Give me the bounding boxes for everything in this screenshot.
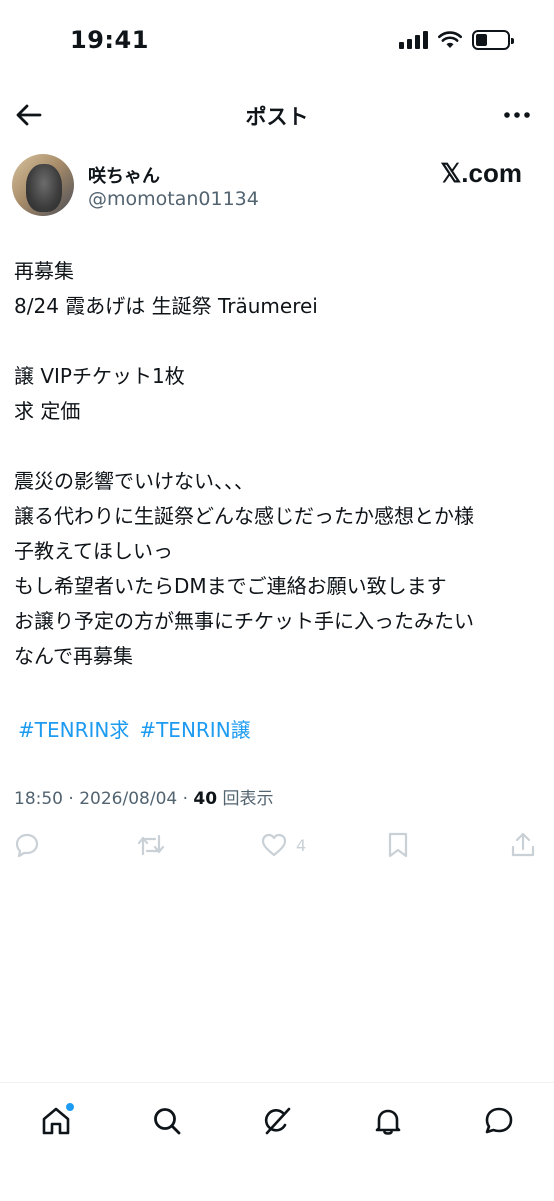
post-text: 再募集 8/24 霞あげは 生誕祭 Träumerei 譲 VIPチケット1枚 … bbox=[14, 254, 544, 674]
tab-notifications[interactable] bbox=[370, 1103, 406, 1139]
share-button[interactable] bbox=[510, 830, 536, 860]
like-count: 4 bbox=[296, 835, 307, 855]
more-options-button[interactable] bbox=[502, 100, 532, 130]
post-text-line: なんで再募集 bbox=[14, 644, 133, 668]
x-com-logo: 𝕏.com bbox=[440, 158, 522, 188]
post-text-line: 求 定価 bbox=[14, 399, 81, 423]
post-time[interactable]: 18:50 bbox=[14, 789, 63, 809]
repost-button[interactable] bbox=[136, 830, 166, 860]
post-text-line bbox=[14, 429, 544, 464]
post-date[interactable]: 2026/08/04 bbox=[79, 789, 177, 809]
cellular-signal-icon bbox=[399, 31, 428, 49]
post-text-line: 子教えてほしいっ bbox=[14, 539, 173, 563]
like-button[interactable]: 4 bbox=[260, 830, 306, 860]
bookmark-icon bbox=[388, 832, 408, 858]
more-icon bbox=[504, 112, 530, 118]
post-text-line: 再募集 bbox=[14, 259, 74, 283]
post-text-line: もし希望者いたらDMまでご連絡お願い致します bbox=[14, 574, 447, 598]
views-count: 40 bbox=[193, 789, 218, 809]
grok-icon bbox=[264, 1107, 291, 1135]
battery-icon bbox=[472, 30, 514, 50]
reply-icon bbox=[15, 833, 39, 858]
post-text-line: 譲 VIPチケット1枚 bbox=[14, 364, 185, 388]
hashtag-link[interactable]: #TENRIN求 bbox=[18, 714, 129, 743]
status-icons bbox=[399, 30, 514, 50]
wifi-icon bbox=[438, 31, 462, 48]
hashtags: #TENRIN求 #TENRIN譲 bbox=[18, 714, 251, 743]
post-author: 咲ちゃん @momotan01134 𝕏.com bbox=[0, 152, 554, 222]
post-meta: 18:50 · 2026/08/04 · 40 回表示 bbox=[14, 789, 274, 809]
views-label: 回表示 bbox=[222, 789, 274, 809]
home-notification-dot bbox=[64, 1101, 76, 1113]
tab-search[interactable] bbox=[149, 1103, 185, 1139]
avatar[interactable] bbox=[12, 154, 74, 216]
status-bar: 19:41 bbox=[0, 0, 554, 84]
heart-icon bbox=[261, 833, 287, 857]
page-title: ポスト bbox=[245, 105, 309, 129]
bell-icon bbox=[375, 1109, 401, 1135]
top-nav: ポスト bbox=[0, 84, 554, 144]
post-text-line bbox=[14, 324, 544, 359]
post-text-line: お譲り予定の方が無事にチケット手に入ったみたい bbox=[14, 609, 474, 633]
author-handle[interactable]: @momotan01134 bbox=[88, 188, 259, 210]
status-time: 19:41 bbox=[70, 26, 149, 54]
post-actions: 4 bbox=[0, 824, 554, 864]
search-icon bbox=[154, 1108, 181, 1135]
tab-home[interactable] bbox=[38, 1101, 76, 1139]
reply-button[interactable] bbox=[14, 830, 40, 860]
tab-messages[interactable] bbox=[481, 1103, 517, 1139]
hashtag-link[interactable]: #TENRIN譲 bbox=[139, 714, 250, 743]
post-text-line: 震災の影響でいけない、、、 bbox=[14, 469, 254, 493]
battery-level bbox=[476, 34, 487, 46]
messages-icon bbox=[485, 1107, 513, 1134]
post-text-line: 8/24 霞あげは 生誕祭 Träumerei bbox=[14, 294, 318, 318]
bottom-nav bbox=[0, 1082, 554, 1201]
repost-icon bbox=[137, 834, 165, 856]
post-text-line: 譲る代わりに生誕祭どんな感じだったか感想とか様 bbox=[14, 504, 474, 528]
share-icon bbox=[511, 832, 535, 857]
tab-grok[interactable] bbox=[259, 1103, 295, 1139]
author-display-name[interactable]: 咲ちゃん bbox=[88, 162, 160, 188]
bookmark-button[interactable] bbox=[386, 830, 410, 860]
